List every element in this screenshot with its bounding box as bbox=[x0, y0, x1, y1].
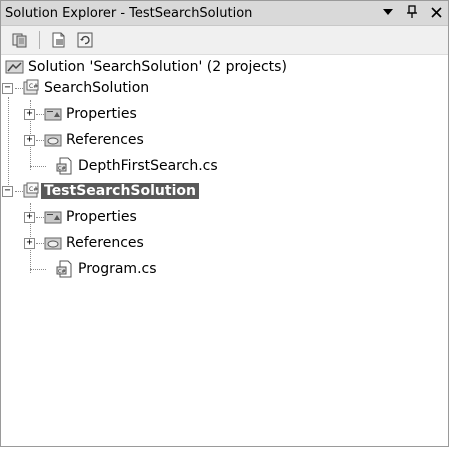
properties-icon bbox=[52, 32, 65, 48]
references-label: References bbox=[66, 235, 144, 251]
references-folder-icon bbox=[43, 131, 63, 149]
tree-node-project-testsearchsolution[interactable]: − C# TestSearchSolution bbox=[2, 179, 199, 203]
pin-icon[interactable] bbox=[404, 4, 420, 20]
title-controls bbox=[380, 4, 444, 20]
tree-node-file[interactable]: C# DepthFirstSearch.cs bbox=[43, 154, 221, 178]
tree-node-project-searchsolution[interactable]: − C# SearchSolution bbox=[2, 76, 152, 100]
refresh-icon bbox=[77, 32, 93, 48]
solution-explorer-window: Solution Explorer - TestSearchSolution S… bbox=[0, 0, 449, 447]
show-all-files-button[interactable] bbox=[9, 29, 31, 51]
csharp-file-icon: C# bbox=[55, 157, 75, 175]
csharp-project-icon: C# bbox=[21, 182, 41, 200]
collapse-toggle[interactable]: − bbox=[2, 185, 13, 197]
properties-button[interactable] bbox=[48, 29, 70, 51]
svg-text:C#: C# bbox=[58, 166, 66, 172]
properties-label: Properties bbox=[66, 209, 137, 225]
properties-folder-icon bbox=[43, 208, 63, 226]
references-folder-icon bbox=[43, 234, 63, 252]
tree-node-file[interactable]: C# Program.cs bbox=[43, 257, 160, 281]
csharp-file-icon: C# bbox=[55, 260, 75, 278]
dropdown-arrow-icon[interactable] bbox=[380, 4, 396, 20]
title-bar[interactable]: Solution Explorer - TestSearchSolution bbox=[1, 1, 448, 26]
svg-text:C#: C# bbox=[29, 186, 38, 193]
references-label: References bbox=[66, 132, 144, 148]
tree-node-properties[interactable]: + Properties bbox=[24, 205, 140, 229]
csharp-project-icon: C# bbox=[21, 79, 41, 97]
properties-label: Properties bbox=[66, 106, 137, 122]
expand-toggle[interactable]: + bbox=[24, 237, 35, 249]
svg-text:C#: C# bbox=[58, 269, 66, 275]
solution-label: Solution 'SearchSolution' (2 projects) bbox=[28, 59, 287, 75]
solution-tree: Solution 'SearchSolution' (2 projects) −… bbox=[1, 55, 448, 449]
tree-node-properties[interactable]: + Properties bbox=[24, 102, 140, 126]
show-all-files-icon bbox=[12, 33, 27, 48]
tree-node-references[interactable]: + References bbox=[24, 231, 147, 255]
svg-text:C#: C# bbox=[29, 83, 38, 90]
close-icon[interactable] bbox=[428, 4, 444, 20]
expand-toggle[interactable]: + bbox=[24, 134, 35, 146]
refresh-button[interactable] bbox=[74, 29, 96, 51]
collapse-toggle[interactable]: − bbox=[2, 82, 13, 94]
expand-toggle[interactable]: + bbox=[24, 211, 35, 223]
file-label: Program.cs bbox=[78, 261, 157, 277]
project-label: SearchSolution bbox=[44, 80, 150, 96]
file-label: DepthFirstSearch.cs bbox=[78, 158, 218, 174]
solution-icon bbox=[5, 58, 25, 76]
toolbar-separator bbox=[39, 31, 40, 49]
tree-node-references[interactable]: + References bbox=[24, 128, 147, 152]
properties-folder-icon bbox=[43, 105, 63, 123]
project-label: TestSearchSolution bbox=[41, 183, 199, 199]
window-title: Solution Explorer - TestSearchSolution bbox=[5, 5, 253, 21]
toolbar bbox=[1, 26, 448, 55]
expand-toggle[interactable]: + bbox=[24, 108, 35, 120]
